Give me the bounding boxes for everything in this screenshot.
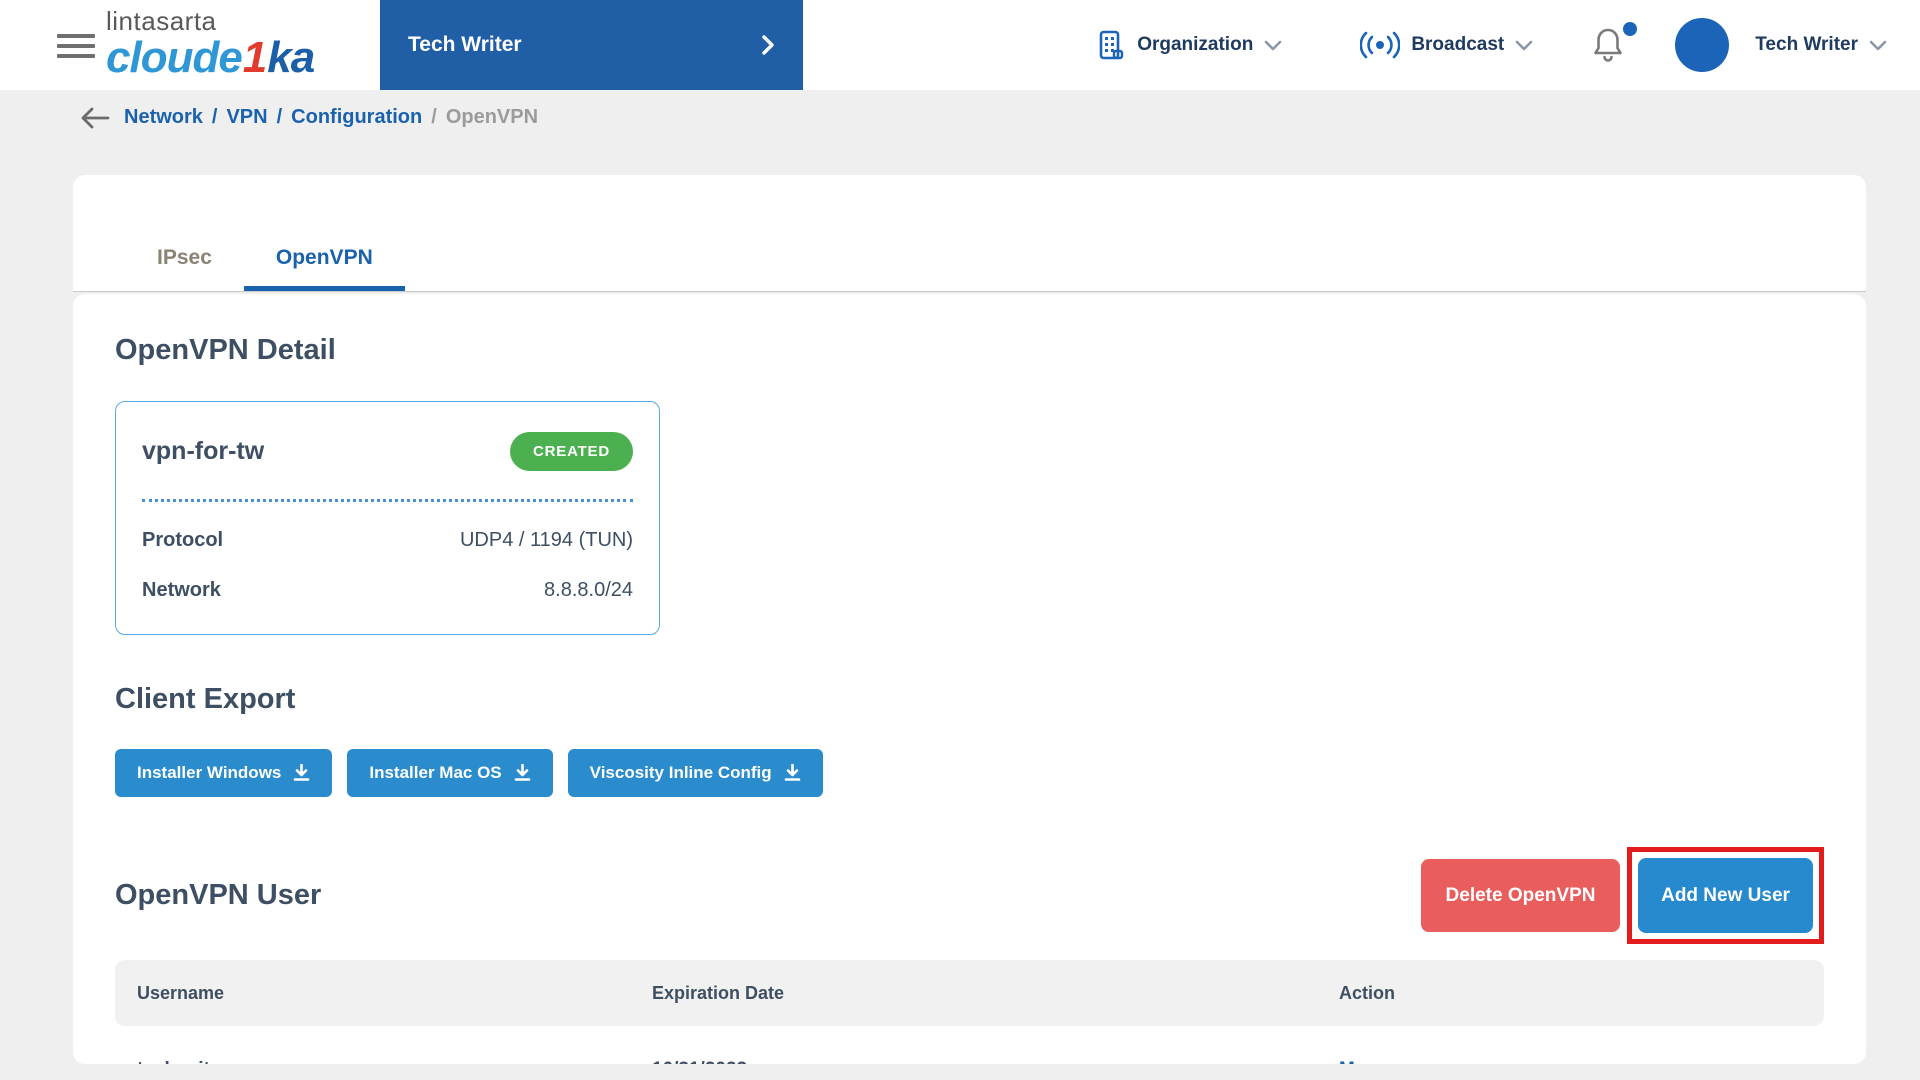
cloudeka-wordmark: cloude1ka bbox=[106, 36, 314, 80]
avatar bbox=[1675, 18, 1729, 72]
installer-macos-label: Installer Mac OS bbox=[369, 763, 501, 783]
installer-macos-button[interactable]: Installer Mac OS bbox=[347, 749, 552, 797]
lintasarta-wordmark: lintasarta bbox=[106, 8, 314, 34]
table-row: techwrite 10/31/2023 More bbox=[115, 1026, 1824, 1064]
table-header-row: Username Expiration Date Action bbox=[115, 960, 1824, 1026]
breadcrumb-link-network[interactable]: Network bbox=[124, 106, 203, 129]
status-badge: CREATED bbox=[510, 432, 633, 471]
protocol-row: Protocol UDP4 / 1194 (TUN) bbox=[142, 529, 633, 552]
organization-menu[interactable]: Organization bbox=[1096, 29, 1282, 61]
breadcrumb-link-configuration[interactable]: Configuration bbox=[291, 106, 422, 129]
hamburger-menu-icon[interactable] bbox=[57, 34, 95, 58]
building-icon bbox=[1096, 29, 1126, 61]
notification-badge bbox=[1623, 22, 1637, 36]
vpn-instance-name: vpn-for-tw bbox=[142, 437, 264, 466]
more-actions-dropdown[interactable]: More bbox=[1339, 1059, 1410, 1064]
organization-label: Organization bbox=[1137, 34, 1253, 56]
openvpn-detail-title: OpenVPN Detail bbox=[115, 294, 1824, 367]
network-value: 8.8.8.0/24 bbox=[544, 579, 633, 602]
viscosity-inline-config-button[interactable]: Viscosity Inline Config bbox=[568, 749, 823, 797]
client-export-title: Client Export bbox=[115, 683, 1824, 716]
header-nav: Organization Broadcast bbox=[1096, 0, 1887, 90]
breadcrumb-separator: / bbox=[277, 106, 283, 129]
openvpn-content-card: OpenVPN Detail vpn-for-tw CREATED Protoc… bbox=[73, 294, 1866, 1064]
tab-openvpn[interactable]: OpenVPN bbox=[244, 246, 405, 291]
openvpn-user-title: OpenVPN User bbox=[115, 879, 321, 912]
annotation-highlight-box: Add New User bbox=[1627, 847, 1824, 944]
chevron-down-icon bbox=[1869, 40, 1887, 51]
network-row: Network 8.8.8.0/24 bbox=[142, 579, 633, 602]
installer-windows-button[interactable]: Installer Windows bbox=[115, 749, 332, 797]
bell-icon bbox=[1591, 26, 1625, 64]
col-header-expiration-date: Expiration Date bbox=[630, 983, 1317, 1004]
viscosity-inline-config-label: Viscosity Inline Config bbox=[590, 763, 772, 783]
download-icon bbox=[784, 764, 801, 782]
project-banner-label: Tech Writer bbox=[408, 33, 522, 57]
breadcrumb-link-vpn[interactable]: VPN bbox=[226, 106, 267, 129]
more-label: More bbox=[1339, 1059, 1384, 1064]
protocol-label: Protocol bbox=[142, 529, 223, 552]
chevron-down-icon bbox=[1515, 40, 1533, 51]
cell-expiration-date: 10/31/2023 bbox=[630, 1059, 1317, 1064]
protocol-value: UDP4 / 1194 (TUN) bbox=[460, 529, 633, 552]
vpn-detail-card: vpn-for-tw CREATED Protocol UDP4 / 1194 … bbox=[115, 401, 660, 635]
col-header-action: Action bbox=[1317, 983, 1824, 1004]
openvpn-user-table: Username Expiration Date Action techwrit… bbox=[115, 960, 1824, 1064]
app-header: lintasarta cloude1ka Tech Writer Or bbox=[0, 0, 1920, 90]
download-icon bbox=[514, 764, 531, 782]
chevron-right-icon bbox=[761, 34, 775, 56]
cell-username: techwrite bbox=[115, 1059, 630, 1064]
user-name: Tech Writer bbox=[1755, 34, 1858, 56]
breadcrumb-separator: / bbox=[431, 106, 437, 129]
chevron-down-icon bbox=[1264, 40, 1282, 51]
broadcast-menu[interactable]: Broadcast bbox=[1360, 31, 1533, 59]
delete-openvpn-button[interactable]: Delete OpenVPN bbox=[1421, 859, 1620, 932]
back-arrow-icon[interactable] bbox=[80, 107, 110, 129]
breadcrumb-current: OpenVPN bbox=[446, 106, 538, 129]
tab-ipsec[interactable]: IPsec bbox=[125, 246, 244, 291]
notifications-button[interactable] bbox=[1591, 26, 1625, 64]
installer-windows-label: Installer Windows bbox=[137, 763, 281, 783]
broadcast-label: Broadcast bbox=[1411, 34, 1504, 56]
breadcrumb-separator: / bbox=[212, 106, 218, 129]
cloudeka-logo[interactable]: lintasarta cloude1ka bbox=[106, 8, 314, 80]
dotted-divider bbox=[142, 499, 633, 502]
user-menu[interactable]: Tech Writer bbox=[1675, 18, 1887, 72]
tab-strip: IPsec OpenVPN bbox=[73, 175, 1866, 292]
project-banner[interactable]: Tech Writer bbox=[380, 0, 803, 90]
network-label: Network bbox=[142, 579, 221, 602]
download-icon bbox=[293, 764, 310, 782]
broadcast-icon bbox=[1360, 31, 1400, 59]
col-header-username: Username bbox=[115, 983, 630, 1004]
breadcrumb: Network / VPN / Configuration / OpenVPN bbox=[0, 90, 1920, 129]
add-new-user-button[interactable]: Add New User bbox=[1638, 858, 1813, 933]
client-export-buttons: Installer Windows Installer Mac OS Visco… bbox=[115, 749, 1824, 797]
